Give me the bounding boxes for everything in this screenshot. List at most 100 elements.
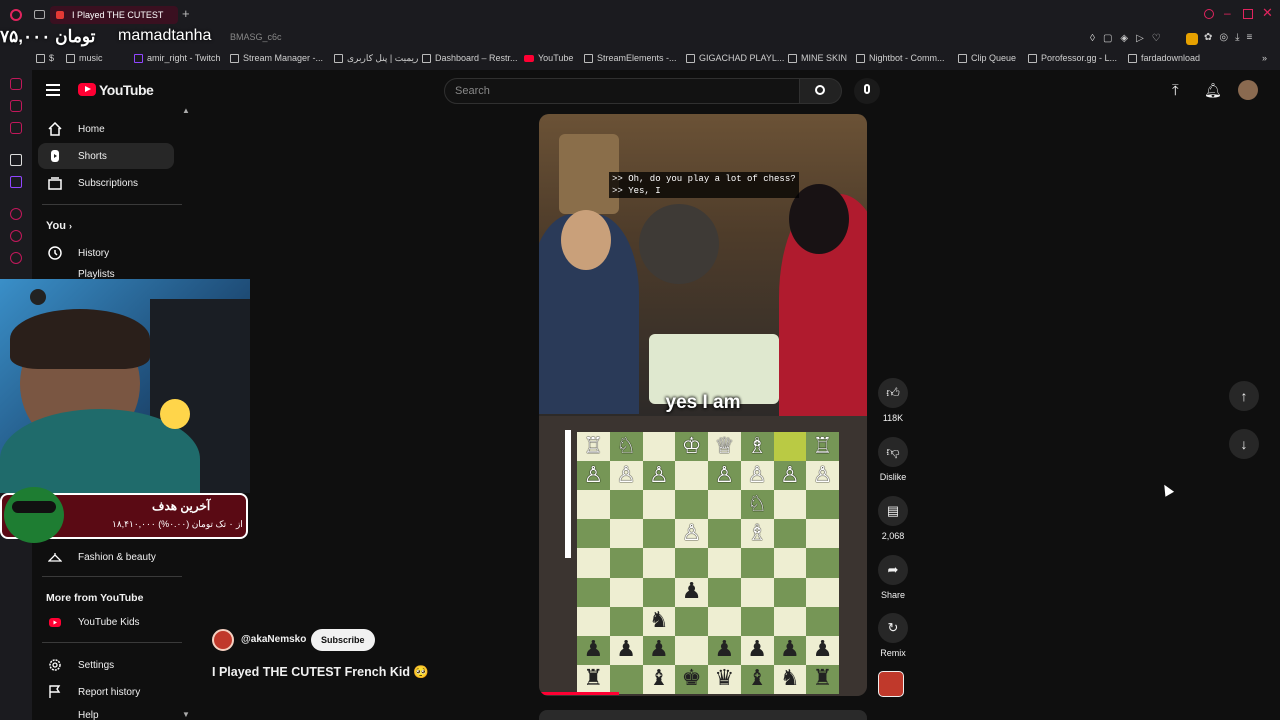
bookmark-item[interactable]: Porofessor.gg - L... <box>1028 53 1117 63</box>
history-icon[interactable] <box>10 230 22 242</box>
more-bookmarks-icon[interactable]: » <box>1262 53 1267 63</box>
sidebar-item-help[interactable]: Help <box>38 706 174 720</box>
voice-search-button[interactable] <box>854 78 880 104</box>
sidebar-app-icon[interactable] <box>10 208 22 220</box>
comments-button[interactable]: ▤ 2,068 <box>875 496 911 541</box>
sidebar-item-fashion-beauty[interactable]: Fashion & beauty <box>38 544 174 570</box>
sidebar-item-settings[interactable]: Settings <box>38 652 174 678</box>
board-square <box>609 548 643 578</box>
channel-name[interactable]: @akaNemsko <box>241 634 306 645</box>
sidebar-item-youtube-kids[interactable]: YouTube Kids <box>38 609 174 635</box>
bookmark-item[interactable]: Dashboard – Restr... <box>422 53 518 63</box>
close-icon[interactable]: ✕ <box>1262 5 1273 21</box>
tab-active[interactable]: I Played THE CUTEST <box>50 6 178 24</box>
progress-bar[interactable] <box>539 692 619 695</box>
board-square <box>609 577 643 607</box>
bookmark-item[interactable]: YouTube <box>524 53 573 63</box>
like-button[interactable]: 👍︎ 118K <box>875 378 911 423</box>
sidebar-you-title[interactable]: You › <box>46 220 72 232</box>
board-square <box>675 490 708 520</box>
board-square <box>806 519 839 549</box>
board-square <box>773 490 807 520</box>
scroll-up-arrow-icon[interactable]: ▲ <box>182 106 190 115</box>
headphones <box>30 289 46 305</box>
board-square <box>708 577 741 607</box>
extension-icon[interactable] <box>1186 33 1198 45</box>
board-square <box>806 548 839 578</box>
bookmark-item[interactable]: MINE SKIN <box>788 53 847 63</box>
bookmark-item[interactable]: StreamElements -... <box>584 53 677 63</box>
new-tab-icon[interactable]: + <box>182 6 190 21</box>
thumbs-up-icon: 👍︎ <box>878 378 908 408</box>
next-short-preview[interactable] <box>539 710 867 720</box>
black-pawn-icon: ♟ <box>577 635 610 665</box>
sidebar-item-subscriptions[interactable]: Subscriptions <box>38 170 174 196</box>
maximize-icon[interactable] <box>1243 9 1253 19</box>
board-square <box>773 548 807 578</box>
search-input[interactable]: Search <box>444 78 800 104</box>
board-square <box>740 577 774 607</box>
share-button[interactable]: ➦ Share <box>875 555 911 600</box>
chevron-right-icon: › <box>69 221 73 231</box>
sidebar-app-icon[interactable] <box>10 100 22 112</box>
sidebar-item-shorts[interactable]: Shorts <box>38 143 174 169</box>
youtube-kids-icon <box>49 618 61 627</box>
previous-short-button[interactable]: ↑ <box>1229 381 1259 411</box>
upload-icon[interactable]: ⤒ <box>1172 82 1179 99</box>
white-rook-icon: ♖ <box>806 432 839 462</box>
channel-avatar[interactable] <box>212 629 234 651</box>
white-rook-icon: ♖ <box>577 432 610 462</box>
settings-icon[interactable] <box>10 682 22 694</box>
search-button[interactable] <box>800 78 842 104</box>
subscribe-button[interactable]: Subscribe <box>311 629 375 651</box>
audio-source-thumbnail[interactable] <box>878 671 904 697</box>
url-text[interactable]: BMASG_c6c <box>230 32 282 42</box>
bookmark-item[interactable]: Clip Queue <box>958 53 1016 63</box>
sidebar-app-icon[interactable] <box>10 154 22 166</box>
youtube-logo-icon[interactable] <box>78 83 96 96</box>
toolbar-menu-icons[interactable]: ✿◎⤓≡ <box>1204 32 1259 43</box>
tab-manager-icon[interactable] <box>34 10 45 19</box>
sidebar-app-icon[interactable] <box>10 122 22 134</box>
sidebar-item-report-history[interactable]: Report history <box>38 679 174 705</box>
white-bishop-icon: ♗ <box>740 519 774 549</box>
scroll-down-arrow-icon[interactable]: ▼ <box>182 710 190 719</box>
sidebar-app-icon[interactable] <box>10 252 22 264</box>
bookmark-item[interactable]: $ <box>36 53 54 63</box>
gear-icon <box>49 659 61 671</box>
toolbar-extension-icons[interactable]: ◊▢◈▷♡ <box>1090 33 1169 44</box>
avatar[interactable] <box>1238 80 1258 100</box>
short-video-player[interactable]: >> Oh, do you play a lot of chess? >> Ye… <box>539 114 867 696</box>
board-square <box>708 519 741 549</box>
bookmark-item[interactable]: fardadownload <box>1128 53 1200 63</box>
sidebar-item-home[interactable]: Home <box>38 116 174 142</box>
video-scene: >> Oh, do you play a lot of chess? >> Ye… <box>539 114 867 424</box>
sidebar-item-history[interactable]: History <box>38 240 174 266</box>
short-title[interactable]: I Played THE CUTEST French Kid 🥺 <box>212 665 429 680</box>
opera-logo-icon[interactable] <box>10 9 22 21</box>
arrow-up-icon: ↑ <box>1240 388 1248 404</box>
remix-button[interactable]: ↻ Remix <box>875 613 911 658</box>
sidebar-item-playlists[interactable]: Playlists <box>38 267 174 279</box>
bookmark-item[interactable]: amir_right - Twitch <box>134 53 220 63</box>
bookmark-item[interactable]: music <box>66 53 103 63</box>
youtube-logo-text[interactable]: YouTube <box>99 82 154 98</box>
folder-icon <box>66 53 75 63</box>
white-bishop-icon: ♗ <box>740 432 774 462</box>
sidebar-app-icon[interactable] <box>10 78 22 90</box>
dislike-button[interactable]: 👎︎ Dislike <box>875 437 911 482</box>
bookmark-item[interactable]: Stream Manager -... <box>230 53 323 63</box>
bookmark-item[interactable]: ریمیت | پنل کاربری <box>334 53 418 64</box>
black-bishop-icon: ♝ <box>642 664 676 694</box>
white-pawn-icon: ♙ <box>806 461 839 491</box>
bookmark-item[interactable]: GIGACHAD PLAYL... <box>686 53 784 63</box>
next-short-button[interactable]: ↓ <box>1229 429 1259 459</box>
menu-icon[interactable] <box>46 84 60 96</box>
black-pawn-icon: ♟ <box>642 635 676 665</box>
notifications-bell-icon[interactable]: 🔔︎ <box>1204 82 1222 99</box>
twitch-icon[interactable] <box>10 176 22 188</box>
minimize-icon[interactable]: – <box>1224 6 1231 20</box>
search-tabs-icon[interactable] <box>1204 9 1214 19</box>
bookmark-item[interactable]: Nightbot - Comm... <box>856 53 945 63</box>
streamer-name: mamadtanha <box>118 27 212 44</box>
